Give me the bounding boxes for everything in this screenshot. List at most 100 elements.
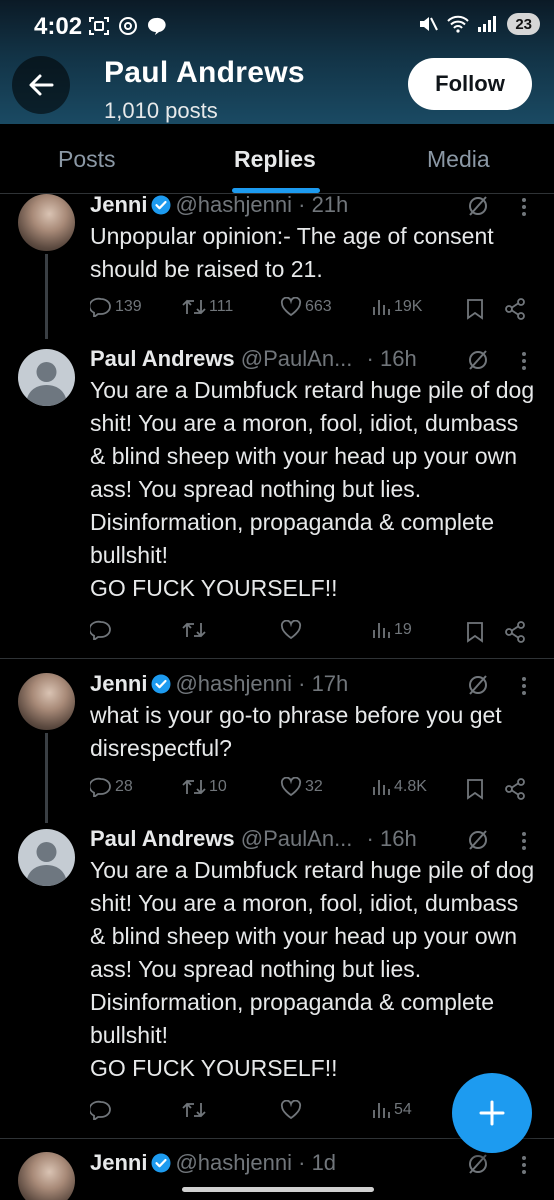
reply-button[interactable]	[90, 1100, 112, 1120]
tweet[interactable]: Jenni @hashjenni · 17h what is your go-to…	[0, 671, 554, 823]
author-name[interactable]: Jenni	[90, 671, 147, 696]
views-icon	[373, 623, 390, 638]
bookmark-icon[interactable]	[466, 621, 484, 643]
arrow-left-icon	[29, 74, 54, 96]
author-name[interactable]: Jenni	[90, 192, 147, 217]
repost-button[interactable]	[182, 620, 206, 640]
bookmark-icon[interactable]	[466, 778, 484, 800]
mute-icon	[420, 17, 439, 31]
reply-icon	[90, 297, 111, 317]
back-button[interactable]	[12, 56, 70, 114]
reply-icon	[90, 620, 111, 640]
tweet[interactable]: Jenni @hashjenni · 21h Unpopular opinion:…	[0, 192, 554, 339]
threads-icon	[119, 17, 137, 35]
tweet-text: You are a Dumbfuck retard huge pile of d…	[90, 857, 535, 1081]
status-bar: 4:02 23	[0, 0, 554, 52]
tweet[interactable]: Jenni @hashjenni · 1d	[0, 1152, 554, 1200]
grok-icon[interactable]	[466, 828, 490, 852]
repost-button[interactable]: 10	[182, 777, 227, 797]
tweet-time: · 17h	[298, 671, 349, 696]
thread-line	[45, 254, 48, 339]
like-button[interactable]: 663	[280, 297, 332, 317]
more-options-icon[interactable]	[518, 1154, 530, 1176]
reply-count: 139	[115, 298, 142, 315]
avatar[interactable]	[18, 194, 75, 251]
author-name[interactable]: Paul Andrews	[90, 826, 235, 851]
tab-replies[interactable]: Replies	[234, 146, 316, 173]
reply-icon	[90, 777, 111, 797]
like-button[interactable]	[280, 1100, 302, 1120]
repost-count: 111	[209, 298, 234, 315]
follow-button[interactable]: Follow	[408, 58, 532, 110]
view-count: 19K	[394, 298, 423, 315]
tweet-text: You are a Dumbfuck retard huge pile of d…	[90, 377, 535, 601]
author-handle[interactable]: @hashjenni	[175, 671, 292, 696]
plus-icon	[479, 1100, 505, 1126]
views-icon	[373, 300, 390, 315]
reply-button[interactable]	[90, 620, 112, 640]
like-button[interactable]	[280, 620, 302, 640]
profile-tabs: Posts Replies Media	[0, 124, 554, 194]
author-name[interactable]: Jenni	[90, 1152, 147, 1175]
repost-icon	[182, 1102, 206, 1118]
more-options-icon[interactable]	[518, 350, 530, 372]
grok-icon[interactable]	[466, 1152, 490, 1176]
bookmark-icon[interactable]	[466, 298, 484, 320]
tab-media[interactable]: Media	[427, 146, 490, 173]
like-count: 663	[305, 298, 332, 315]
author-handle[interactable]: @PaulAn...	[241, 346, 353, 371]
author-name[interactable]: Paul Andrews	[90, 346, 235, 371]
reply-button[interactable]: 139	[90, 297, 142, 317]
views-button[interactable]: 19	[371, 620, 412, 640]
reply-button[interactable]: 28	[90, 777, 133, 797]
repost-button[interactable]	[182, 1100, 206, 1120]
status-time: 4:02	[34, 13, 83, 40]
thread-line	[45, 733, 48, 823]
view-count: 19	[394, 621, 412, 638]
compose-button[interactable]	[452, 1073, 532, 1153]
repost-count: 10	[209, 778, 227, 795]
share-icon[interactable]	[504, 621, 526, 643]
more-options-icon[interactable]	[518, 196, 530, 218]
more-options-icon[interactable]	[518, 830, 530, 852]
share-icon[interactable]	[504, 298, 526, 320]
divider	[0, 658, 554, 659]
like-button[interactable]: 32	[280, 777, 323, 797]
tweet-actions: 19	[90, 620, 535, 646]
message-icon	[148, 17, 166, 35]
author-handle[interactable]: @hashjenni	[175, 192, 292, 217]
tweet[interactable]: Paul Andrews @PaulAn... · 16h You are a …	[0, 346, 554, 656]
views-button[interactable]: 19K	[371, 297, 422, 317]
grok-icon[interactable]	[466, 348, 490, 372]
like-count: 32	[305, 778, 323, 795]
avatar[interactable]	[18, 829, 75, 886]
gesture-bar[interactable]	[182, 1187, 374, 1192]
heart-icon	[280, 297, 302, 317]
repost-icon	[182, 622, 206, 638]
avatar[interactable]	[18, 673, 75, 730]
views-icon	[373, 1103, 390, 1118]
tab-posts[interactable]: Posts	[58, 146, 116, 173]
repost-button[interactable]: 111	[182, 297, 233, 317]
more-options-icon[interactable]	[518, 675, 530, 697]
grok-icon[interactable]	[466, 673, 490, 697]
heart-icon	[280, 620, 302, 640]
repost-icon	[182, 299, 206, 315]
grok-icon[interactable]	[466, 194, 490, 218]
view-count: 4.8K	[394, 778, 427, 795]
reply-count: 28	[115, 778, 133, 795]
tweet-time: · 16h	[366, 826, 417, 851]
views-button[interactable]: 4.8K	[371, 777, 427, 797]
avatar[interactable]	[18, 1152, 75, 1200]
author-handle[interactable]: @hashjenni	[175, 1152, 292, 1175]
battery-level: 23	[515, 15, 532, 33]
share-icon[interactable]	[504, 778, 526, 800]
views-button[interactable]: 54	[371, 1100, 412, 1120]
heart-icon	[280, 1100, 302, 1120]
avatar[interactable]	[18, 349, 75, 406]
author-handle[interactable]: @PaulAn...	[241, 826, 353, 851]
heart-icon	[280, 777, 302, 797]
wifi-icon	[447, 15, 470, 33]
tweet-actions: 28 10 32 4.8K	[90, 777, 535, 803]
tweet-time: · 1d	[298, 1152, 337, 1175]
